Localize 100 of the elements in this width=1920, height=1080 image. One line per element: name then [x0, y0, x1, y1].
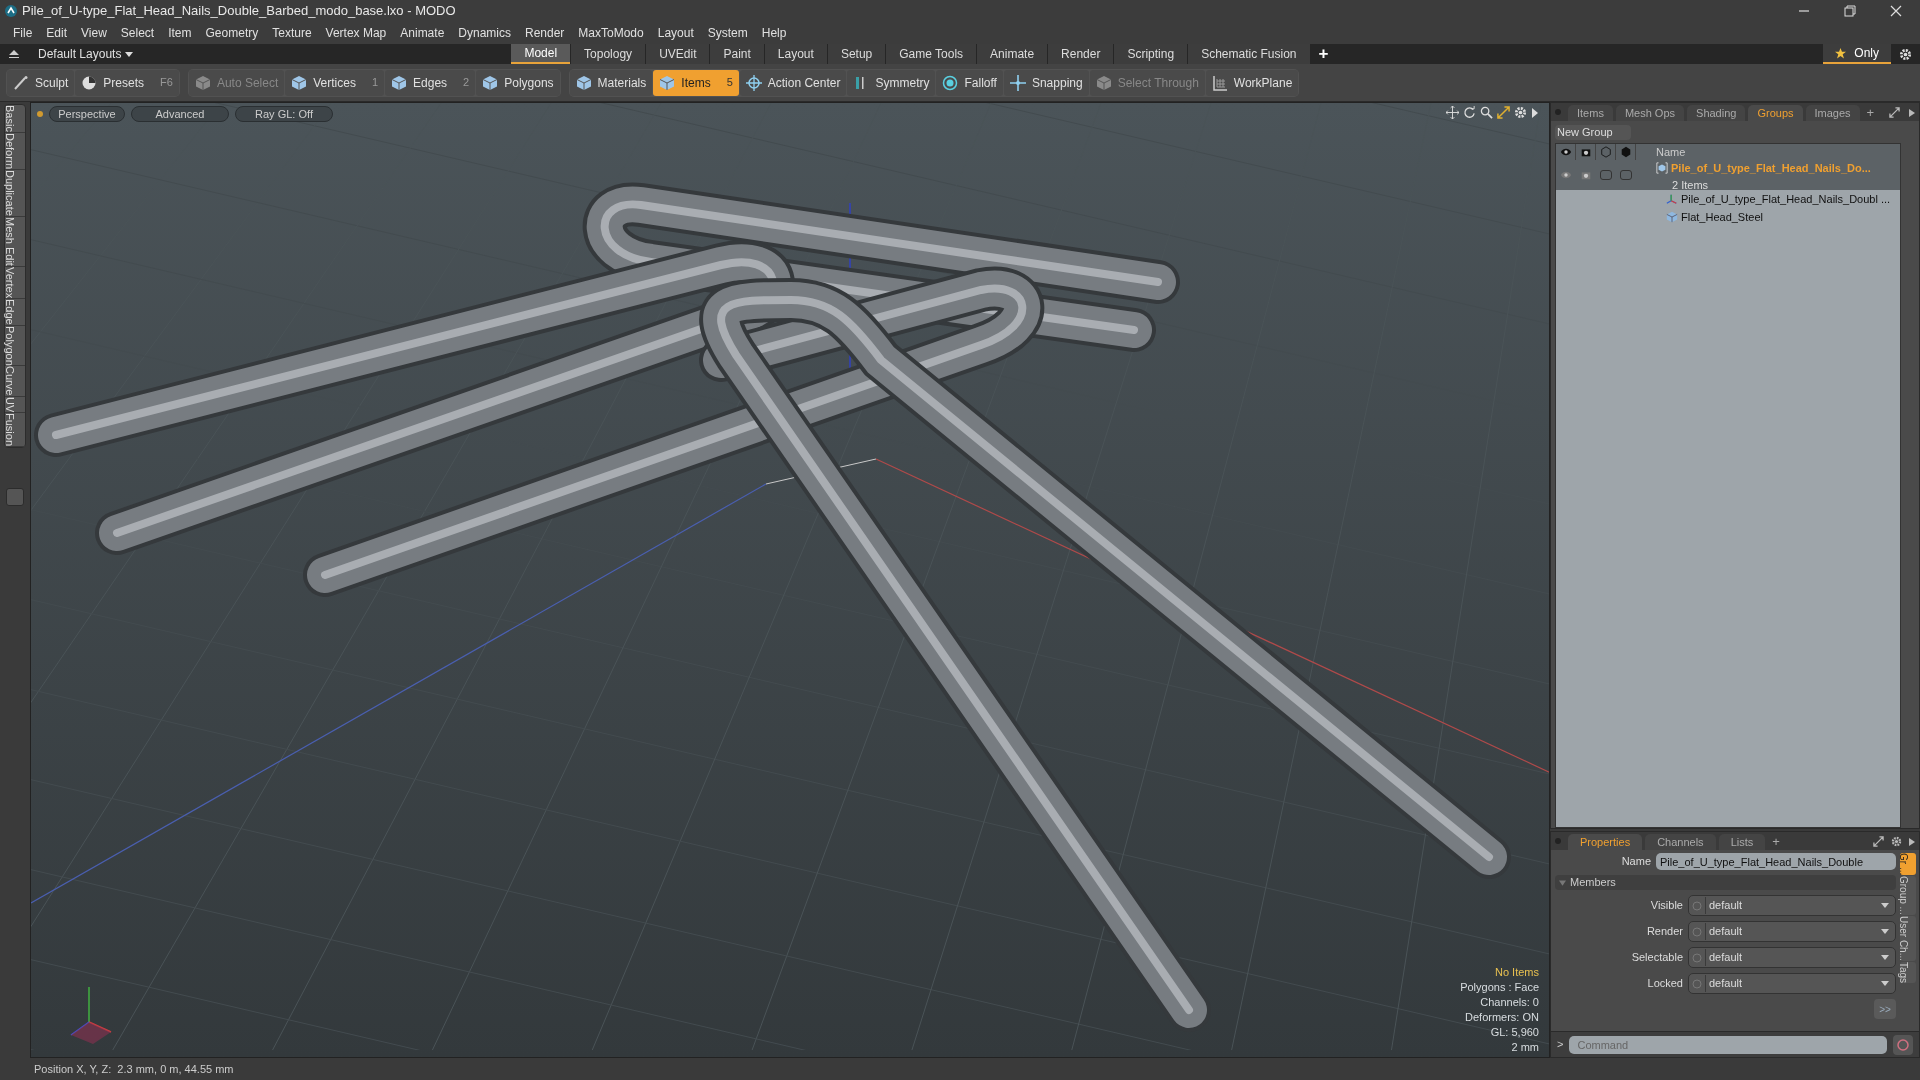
- side-tab[interactable]: Duplicate: [5, 169, 25, 217]
- name-field[interactable]: Pile_of_U_type_Flat_Head_Nails_Double: [1656, 853, 1896, 870]
- toolbar-button[interactable]: Polygons: [476, 69, 560, 96]
- side-tab[interactable]: Basic: [5, 105, 25, 133]
- toolbar-button[interactable]: Sculpt: [7, 69, 75, 96]
- caret-icon: [1881, 981, 1889, 986]
- menu-item[interactable]: Texture: [265, 24, 319, 42]
- command-field[interactable]: Command: [1569, 1035, 1887, 1054]
- panel-tab[interactable]: Groups: [1748, 105, 1803, 121]
- shortcut-label: 5: [726, 75, 733, 91]
- menu-item[interactable]: Dynamics: [451, 24, 518, 42]
- panel-tab[interactable]: Lists: [1718, 834, 1766, 850]
- side-tab[interactable]: Mesh Edit: [5, 216, 25, 267]
- toolbar-button[interactable]: Snapping: [1003, 69, 1089, 96]
- collapse-icon: [8, 49, 20, 59]
- dropdown[interactable]: default: [1688, 895, 1896, 916]
- side-tab[interactable]: Vertex: [5, 266, 25, 299]
- cube-icon: [391, 74, 408, 91]
- side-tab[interactable]: Tags: [1900, 962, 1916, 984]
- layout-tab[interactable]: Setup: [827, 44, 886, 64]
- layout-tab[interactable]: Scripting: [1114, 44, 1188, 64]
- panel-tab[interactable]: Shading: [1687, 105, 1746, 121]
- layouts-dropdown[interactable]: Default Layouts: [38, 45, 134, 63]
- panel-tab[interactable]: Mesh Ops: [1615, 105, 1685, 121]
- menu-item[interactable]: Edit: [39, 24, 75, 42]
- checkbox[interactable]: [1600, 170, 1612, 180]
- dropdown[interactable]: default: [1688, 973, 1896, 994]
- record-button[interactable]: [1893, 1034, 1913, 1055]
- menu-item[interactable]: Animate: [393, 24, 452, 42]
- menu-item[interactable]: MaxToModo: [571, 24, 651, 42]
- eye-icon: [1559, 146, 1572, 158]
- menu-item[interactable]: View: [74, 24, 114, 42]
- dropdown[interactable]: default: [1688, 947, 1896, 968]
- crosshair-icon: [745, 74, 762, 91]
- viewport-info: 2 mm: [1511, 1040, 1539, 1055]
- menu-item[interactable]: Layout: [650, 24, 701, 42]
- expand-icon: [1873, 836, 1884, 847]
- viewport-option[interactable]: Advanced: [131, 106, 229, 122]
- toolbar-button[interactable]: Presets F6: [75, 69, 179, 96]
- expand-icon: [1889, 107, 1900, 118]
- layout-tab[interactable]: Layout: [764, 44, 827, 64]
- panel-tab[interactable]: Items: [1568, 105, 1613, 121]
- panel-toggle-button[interactable]: [6, 488, 24, 507]
- checkbox[interactable]: [1620, 170, 1632, 180]
- viewport-option[interactable]: Perspective: [49, 106, 125, 122]
- layout-tab[interactable]: Render: [1048, 44, 1114, 64]
- menu-item[interactable]: File: [6, 24, 40, 42]
- toolbar-button[interactable]: Symmetry: [847, 69, 936, 96]
- menu-item[interactable]: Render: [518, 24, 572, 42]
- menu-item[interactable]: Select: [113, 24, 162, 42]
- side-tab[interactable]: Fusion: [5, 413, 25, 448]
- side-tab[interactable]: User Ch...: [1900, 916, 1916, 962]
- panel-tab[interactable]: Properties: [1568, 834, 1643, 850]
- group-icon: [1656, 162, 1668, 175]
- toolbar-button[interactable]: WorkPlane: [1205, 69, 1299, 96]
- menu-item[interactable]: Item: [161, 24, 199, 42]
- play-icon: [1909, 838, 1915, 846]
- toolbar-button[interactable]: Materials: [569, 69, 653, 96]
- toolbar-button[interactable]: Falloff: [936, 69, 1003, 96]
- add-tab-button[interactable]: +: [1862, 105, 1879, 121]
- side-tab[interactable]: Group ...: [1900, 876, 1916, 916]
- layout-tab[interactable]: Paint: [710, 44, 764, 64]
- side-tab[interactable]: Polygon: [5, 325, 25, 367]
- tree-item[interactable]: Flat_Head_Steel: [1556, 208, 1900, 226]
- dot-icon: [37, 111, 43, 117]
- new-group-button[interactable]: New Group: [1555, 125, 1631, 140]
- viewport-info: No Items: [1495, 965, 1539, 980]
- layout-tab[interactable]: Schematic Fusion: [1188, 44, 1310, 64]
- layout-tab[interactable]: Animate: [977, 44, 1048, 64]
- add-tab-button[interactable]: +: [1768, 834, 1784, 850]
- shortcut-label: 1: [371, 75, 379, 91]
- layout-tab[interactable]: Model: [511, 44, 571, 64]
- layout-tab[interactable]: UVEdit: [646, 44, 710, 64]
- group-row[interactable]: Pile_of_U_type_Flat_Head_Nails_Do... 2 Items: [1556, 160, 1900, 190]
- only-toggle[interactable]: Only: [1823, 44, 1891, 64]
- panel-tab[interactable]: Images: [1805, 105, 1860, 121]
- tree-item[interactable]: Pile_of_U_type_Flat_Head_Nails_Doubl ...: [1556, 190, 1900, 208]
- toolbar-button[interactable]: Items 5: [653, 69, 739, 96]
- add-tab-button[interactable]: +: [1310, 45, 1337, 63]
- side-tab[interactable]: Gr ...: [1900, 853, 1916, 876]
- side-tab[interactable]: Deform: [5, 132, 25, 170]
- layout-tab[interactable]: Game Tools: [886, 44, 977, 64]
- section-header[interactable]: Members: [1555, 875, 1896, 890]
- toolbar-button[interactable]: Vertices 1: [285, 69, 385, 96]
- menu-item[interactable]: Vertex Map: [318, 24, 394, 42]
- toolbar-button[interactable]: Action Center: [739, 69, 847, 96]
- side-tab[interactable]: Curve: [5, 366, 25, 397]
- menu-item[interactable]: System: [700, 24, 755, 42]
- camera-icon: [1580, 169, 1592, 181]
- viewport-option[interactable]: Ray GL: Off: [235, 106, 333, 122]
- side-tab[interactable]: UV: [5, 396, 25, 414]
- menu-item[interactable]: Help: [754, 24, 794, 42]
- rotate-icon: [1463, 106, 1476, 119]
- panel-tab[interactable]: Channels: [1645, 834, 1716, 850]
- toolbar-button[interactable]: Edges 2: [385, 69, 476, 96]
- side-tab[interactable]: Edge: [5, 298, 25, 326]
- layout-tab[interactable]: Topology: [571, 44, 646, 64]
- viewport-info: GL: 5,960: [1490, 1025, 1539, 1040]
- dropdown[interactable]: default: [1688, 921, 1896, 942]
- menu-item[interactable]: Geometry: [198, 24, 266, 42]
